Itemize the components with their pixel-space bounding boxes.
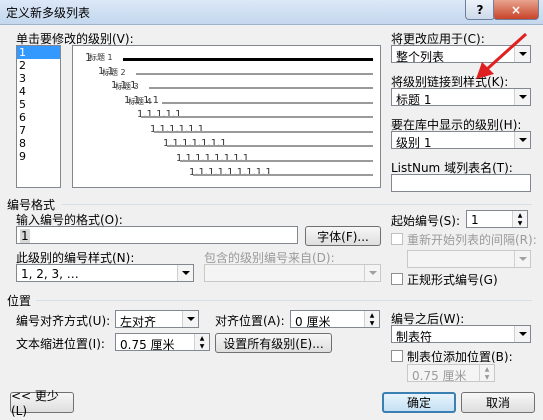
start-at-label: 起始编号(S): (391, 214, 461, 228)
preview-number: 1.1.1.1.1 (137, 109, 182, 120)
section-divider (62, 204, 532, 205)
follow-number-dropdown[interactable]: 制表符 (391, 325, 531, 344)
less-button[interactable]: << 更少(L) (10, 389, 74, 418)
set-all-levels-label: 设置所有级别(E)... (223, 336, 324, 351)
preview-heading: 标题 2 (102, 67, 126, 77)
tab-stop-value: 0.75 厘米 (412, 369, 467, 383)
listnum-input[interactable] (391, 174, 531, 192)
restart-dropdown[interactable] (407, 250, 531, 268)
tab-stop-spinner[interactable]: 0.75 厘米 ▲ ▼ (407, 364, 495, 383)
preview-heading: 标题 3 (115, 82, 139, 91)
preview-number: 1.1.1.1.1.1.1 (163, 138, 227, 149)
spin-up-icon[interactable]: ▲ (195, 334, 209, 342)
aligned-at-value: 0 厘米 (295, 315, 331, 329)
cancel-button-label: 取消 (485, 396, 510, 410)
gallery-level-value: 级别 1 (396, 136, 432, 150)
chevron-down-icon (514, 326, 530, 342)
follow-number-value: 制表符 (396, 330, 433, 344)
spin-up-icon[interactable]: ▲ (480, 365, 494, 373)
help-button[interactable]: ? (465, 0, 495, 20)
number-style-value: 1, 2, 3, … (21, 267, 79, 281)
number-format-value: 1 (20, 229, 30, 243)
preview-text-line (167, 145, 373, 147)
preview-text-line (154, 130, 373, 133)
link-style-value: 标题 1 (396, 93, 432, 107)
close-button[interactable]: × (493, 0, 539, 20)
level-list-item[interactable]: 4 (17, 85, 60, 98)
set-all-levels-button[interactable]: 设置所有级别(E)... (215, 333, 332, 353)
preview-heading: 标题 4 (128, 96, 152, 106)
spin-up-icon[interactable]: ▲ (365, 311, 379, 319)
apply-to-value: 整个列表 (396, 50, 445, 64)
start-at-value: 1 (471, 213, 479, 227)
level-list[interactable]: 123456789 (16, 45, 61, 188)
ok-button-label: 确定 (406, 396, 431, 410)
level-list-item[interactable]: 8 (17, 137, 60, 150)
text-indent-spinner[interactable]: 0.75 厘米 ▲ ▼ (115, 333, 210, 352)
help-icon: ? (476, 2, 484, 17)
section-divider (36, 300, 532, 301)
preview-number: 1.1.1.1.1.1.1.1.1 (189, 167, 272, 178)
preview-heading: 标题 1 (89, 53, 113, 62)
chevron-down-icon (514, 251, 530, 267)
start-at-spinner[interactable]: 1 ▲ ▼ (466, 210, 528, 228)
preview-text-line (123, 58, 373, 61)
number-style-dropdown[interactable]: 1, 2, 3, … (16, 264, 194, 282)
position-section-label: 位置 (7, 294, 32, 308)
font-button[interactable]: 字体(F)... (305, 226, 381, 246)
text-indent-value: 0.75 厘米 (120, 338, 175, 352)
number-format-input[interactable]: 1 (16, 226, 298, 244)
alignment-dropdown[interactable]: 左对齐 (115, 310, 199, 329)
cancel-button[interactable]: 取消 (461, 392, 535, 413)
legal-style-checkbox[interactable] (391, 273, 403, 285)
add-tab-label: 制表位添加位置(B): (407, 350, 513, 364)
level-list-item[interactable]: 2 (17, 59, 60, 72)
spin-down-icon[interactable]: ▼ (513, 219, 527, 227)
annotation-arrow-icon (476, 32, 528, 79)
ok-button[interactable]: 确定 (382, 392, 456, 413)
level-preview: 1 标题 1 1.1 标题 2 1.1.1 标题 3 1.1.1.1 标题 4 1.1.1.1.… (72, 45, 381, 188)
alignment-value: 左对齐 (120, 315, 157, 329)
restart-label: 重新开始列表的间隔(R): (407, 233, 537, 247)
add-tab-checkbox[interactable] (391, 350, 403, 362)
link-style-dropdown[interactable]: 标题 1 (391, 88, 531, 107)
legal-style-label: 正规形式编号(G) (407, 273, 498, 287)
spin-up-icon[interactable]: ▲ (513, 211, 527, 219)
chevron-down-icon (514, 132, 530, 148)
preview-text-line (180, 159, 373, 162)
font-button-label: 字体(F)... (317, 229, 369, 244)
level-list-item[interactable]: 1 (17, 46, 60, 59)
spin-down-icon[interactable]: ▼ (480, 373, 494, 381)
aligned-at-spinner[interactable]: 0 厘米 ▲ ▼ (290, 310, 380, 329)
chevron-down-icon (514, 89, 530, 105)
preview-text-line (162, 101, 373, 104)
chevron-down-icon (364, 265, 380, 281)
alignment-label: 编号对齐方式(U): (16, 314, 111, 328)
chevron-down-icon (182, 311, 198, 327)
preview-text-line (141, 116, 373, 118)
restart-checkbox[interactable] (391, 233, 403, 245)
level-list-item[interactable]: 3 (17, 72, 60, 85)
gallery-level-dropdown[interactable]: 级别 1 (391, 131, 531, 150)
preview-text-line (149, 87, 373, 89)
preview-number: 1.1.1.1.1.1.1.1 (176, 152, 250, 164)
level-list-item[interactable]: 9 (17, 150, 60, 163)
preview-text-line (193, 174, 373, 176)
level-list-item[interactable]: 5 (17, 98, 60, 111)
title-bar: 定义新多级列表 ? × (0, 0, 543, 25)
text-indent-label: 文本缩进位置(I): (16, 337, 105, 351)
less-button-label: << 更少(L) (11, 389, 59, 418)
preview-text-line (136, 72, 373, 75)
spin-down-icon[interactable]: ▼ (365, 319, 379, 327)
preview-number: 1.1.1.1.1.1 (150, 123, 205, 135)
chevron-down-icon (177, 265, 193, 281)
level-list-item[interactable]: 7 (17, 124, 60, 137)
level-list-item[interactable]: 6 (17, 111, 60, 124)
include-level-dropdown[interactable] (204, 264, 381, 282)
aligned-at-label: 对齐位置(A): (215, 314, 285, 328)
spin-down-icon[interactable]: ▼ (195, 342, 209, 350)
window-title: 定义新多级列表 (6, 6, 91, 20)
close-icon: × (510, 2, 522, 17)
